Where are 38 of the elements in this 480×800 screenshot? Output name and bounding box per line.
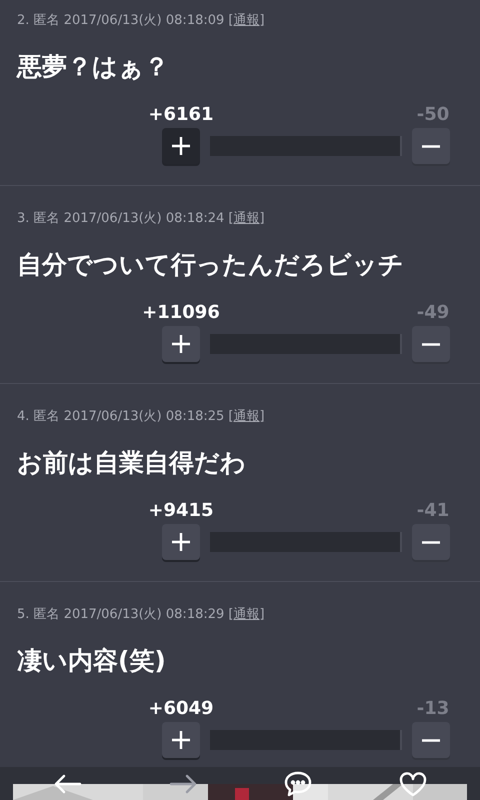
plus-button[interactable] [162, 524, 200, 560]
plus-count: +9415 [147, 500, 215, 522]
post-meta: 4. 匿名 2017/06/13(火) 08:18:25 [通報] [16, 408, 266, 426]
heart-icon[interactable] [398, 770, 428, 796]
speech-bubble-icon[interactable] [282, 770, 312, 796]
minus-icon [421, 540, 441, 544]
minus-icon [421, 144, 441, 148]
minus-count: -50 [416, 104, 450, 126]
minus-icon [421, 342, 441, 346]
comment-text: お前は自業自得だわ [16, 447, 247, 479]
plus-count: +11096 [141, 302, 221, 324]
report-link[interactable]: [通報] [228, 409, 265, 424]
plus-icon [171, 532, 191, 552]
minus-count: -13 [416, 698, 450, 720]
plus-icon [171, 334, 191, 354]
plus-count: +6049 [147, 698, 215, 720]
report-link[interactable]: [通報] [228, 211, 265, 226]
minus-count: -41 [416, 500, 450, 522]
post-meta: 3. 匿名 2017/06/13(火) 08:18:24 [通報] [16, 210, 266, 228]
report-link[interactable]: [通報] [228, 607, 265, 622]
minus-count: -49 [416, 302, 450, 324]
minus-button[interactable] [412, 128, 450, 164]
minus-button[interactable] [412, 524, 450, 560]
plus-count: +6161 [147, 104, 215, 126]
post-meta: 5. 匿名 2017/06/13(火) 08:18:29 [通報] [16, 606, 266, 624]
report-link[interactable]: [通報] [228, 13, 265, 28]
minus-icon [421, 738, 441, 742]
plus-button[interactable] [162, 722, 200, 758]
post-meta: 2. 匿名 2017/06/13(火) 08:18:09 [通報] [16, 12, 266, 30]
plus-icon [171, 730, 191, 750]
minus-button[interactable] [412, 722, 450, 758]
comment-text: 凄い内容(笑) [16, 645, 167, 677]
plus-button[interactable] [162, 326, 200, 362]
minus-button[interactable] [412, 326, 450, 362]
plus-button[interactable] [162, 128, 200, 164]
comment-text: 悪夢？はぁ？ [15, 51, 170, 83]
plus-icon [171, 136, 191, 156]
comment-text: 自分でついて行ったんだろビッチ [16, 249, 405, 281]
